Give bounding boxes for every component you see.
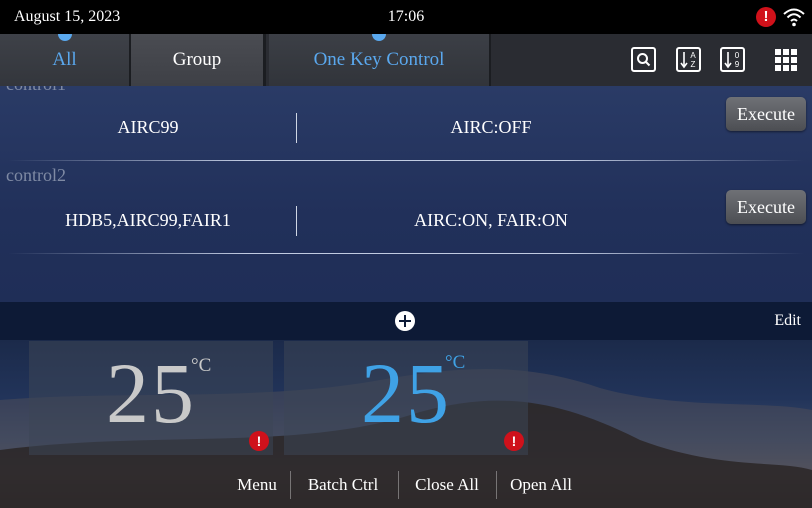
tab-all-label: All [52,49,77,70]
device-card[interactable]: 25 °C ! [284,341,528,455]
device-card[interactable]: 25 °C ! [29,341,273,455]
temperature-value: 25 [361,345,451,441]
edit-button[interactable]: Edit [774,312,801,330]
sort-alpha-icon[interactable]: A Z [676,47,701,72]
add-icon[interactable] [395,311,415,331]
svg-text:0: 0 [735,51,740,60]
batch-ctrl-button[interactable]: Batch Ctrl [294,471,392,499]
wifi-icon [783,8,805,27]
row-divider [8,160,804,161]
tab-one-key-control[interactable]: One Key Control [269,34,491,86]
grid-view-icon[interactable] [775,49,797,71]
svg-text:Z: Z [691,60,696,69]
open-all-button[interactable]: Open All [500,471,582,499]
menu-button[interactable]: Menu [226,471,288,499]
bottom-action-bar: Menu Batch Ctrl Close All Open All [0,471,812,499]
sort-numeric-icon[interactable]: 0 9 [720,47,745,72]
execute-button[interactable]: Execute [726,190,806,224]
tab-active-indicator [372,34,386,41]
alert-icon[interactable]: ! [504,431,524,451]
tab-bar: All Group One Key Control A Z 0 9 [0,34,812,87]
close-all-button[interactable]: Close All [402,471,492,499]
control-group-label: control1 [6,86,66,95]
row-divider [8,253,804,254]
device-area: 25 °C ! 25 °C ! Menu Batch Ctrl Close Al… [0,340,812,508]
control-devices: HDB5,AIRC99,FAIR1 [65,210,231,230]
status-time: 17:06 [387,8,425,25]
temperature-value: 25 [106,345,196,441]
tab-group-label: Group [172,49,222,70]
control-group-label: control2 [6,165,66,185]
tab-group[interactable]: Group [131,34,266,86]
bottom-divider [290,471,291,499]
bottom-divider [398,471,399,499]
control-actions: AIRC:OFF [450,117,532,137]
control-actions: AIRC:ON, FAIR:ON [414,210,568,230]
control-devices: AIRC99 [117,117,179,137]
status-bar: August 15, 2023 17:06 ! [0,0,812,34]
search-icon[interactable] [631,47,656,72]
svg-text:A: A [690,51,696,60]
control-list: control1 AIRC99 AIRC:OFF Execute control… [0,86,812,302]
tab-active-indicator [57,34,72,41]
alert-icon[interactable]: ! [756,7,776,27]
execute-button[interactable]: Execute [726,97,806,131]
edit-bar: Edit [0,302,812,340]
bottom-divider [496,471,497,499]
alert-icon[interactable]: ! [249,431,269,451]
tab-all[interactable]: All [0,34,131,86]
svg-text:9: 9 [735,60,740,69]
temperature-unit: °C [191,355,212,376]
tab-one-key-control-label: One Key Control [313,49,445,70]
temperature-unit: °C [445,352,466,373]
